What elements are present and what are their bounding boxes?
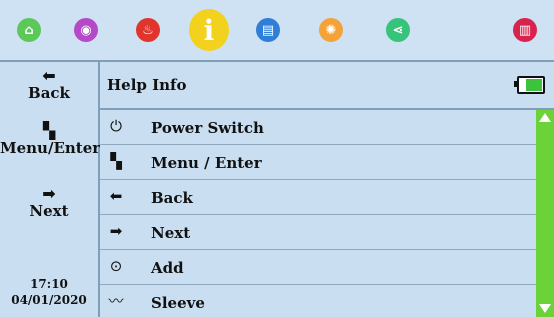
date-text: 04/01/2020	[11, 293, 87, 307]
battery-icon	[514, 76, 545, 94]
help-list: ⏻ Power Switch ▚ Menu / Enter ⬅ Back ➡ N…	[100, 110, 536, 317]
menu-icon: ▚	[110, 152, 122, 170]
add-icon: ⊙	[109, 257, 123, 275]
list-item-label: Back	[151, 189, 193, 207]
back-arrow-icon: ⬅	[42, 66, 56, 85]
power-circle-icon: ◉	[74, 18, 98, 42]
battery-level-fill	[525, 79, 542, 91]
left-nav-panel: ⬅ Back ▚ Menu/Enter ➡ Next 17:10 04/01/2…	[0, 62, 100, 317]
top-notes-button[interactable]: ▤	[248, 0, 288, 60]
columns-icon: ▥	[513, 18, 537, 42]
next-arrow-icon: ➡	[109, 222, 123, 240]
home-icon: ⌂	[17, 18, 41, 42]
info-icon: i	[189, 9, 229, 51]
scroll-up-icon[interactable]	[539, 113, 551, 122]
page-header: Help Info	[100, 62, 554, 110]
list-item-next[interactable]: ➡ Next	[100, 215, 536, 250]
list-item-menu-enter[interactable]: ▚ Menu / Enter	[100, 145, 536, 180]
next-arrow-icon: ➡	[42, 184, 56, 203]
list-item-sleeve[interactable]: 〰 Sleeve	[100, 285, 536, 317]
nav-back-label: Back	[28, 84, 70, 102]
nav-next-label: Next	[29, 202, 69, 220]
list-item-label: Add	[151, 259, 184, 277]
scroll-down-icon[interactable]	[539, 304, 551, 313]
share-icon: ⋖	[386, 18, 410, 42]
top-icon-bar: ⌂ ◉ ♨ i ▤ ✺ ⋖ ▥	[0, 0, 554, 62]
menu-icon: ▚	[42, 121, 56, 140]
scrollbar[interactable]	[536, 110, 554, 317]
sun-icon: ✺	[319, 18, 343, 42]
top-power-button[interactable]: ◉	[66, 0, 106, 60]
top-info-button[interactable]: i	[189, 0, 229, 60]
list-item-back[interactable]: ⬅ Back	[100, 180, 536, 215]
datetime-display: 17:10 04/01/2020	[0, 276, 98, 308]
nav-menu-button[interactable]: ▚ Menu/Enter	[0, 121, 101, 158]
page-title: Help Info	[107, 76, 187, 94]
power-icon: ⏻	[110, 117, 122, 135]
time-text: 17:10	[30, 277, 68, 291]
list-item-label: Next	[151, 224, 191, 242]
sleeve-icon: 〰	[108, 292, 124, 310]
list-item-add[interactable]: ⊙ Add	[100, 250, 536, 285]
nav-back-button[interactable]: ⬅ Back	[0, 66, 98, 103]
nav-menu-label: Menu/Enter	[0, 139, 101, 157]
list-item-label: Menu / Enter	[151, 154, 262, 172]
battery-tip	[514, 81, 517, 87]
heat-icon: ♨	[136, 18, 160, 42]
top-columns-button[interactable]: ▥	[505, 0, 545, 60]
back-arrow-icon: ⬅	[109, 187, 123, 205]
top-heat-button[interactable]: ♨	[128, 0, 168, 60]
notes-icon: ▤	[256, 18, 280, 42]
top-sun-button[interactable]: ✺	[311, 0, 351, 60]
nav-next-button[interactable]: ➡ Next	[0, 184, 98, 221]
top-home-button[interactable]: ⌂	[9, 0, 49, 60]
list-item-power-switch[interactable]: ⏻ Power Switch	[100, 110, 536, 145]
list-item-label: Power Switch	[151, 119, 264, 137]
top-share-button[interactable]: ⋖	[378, 0, 418, 60]
list-item-label: Sleeve	[151, 294, 205, 312]
